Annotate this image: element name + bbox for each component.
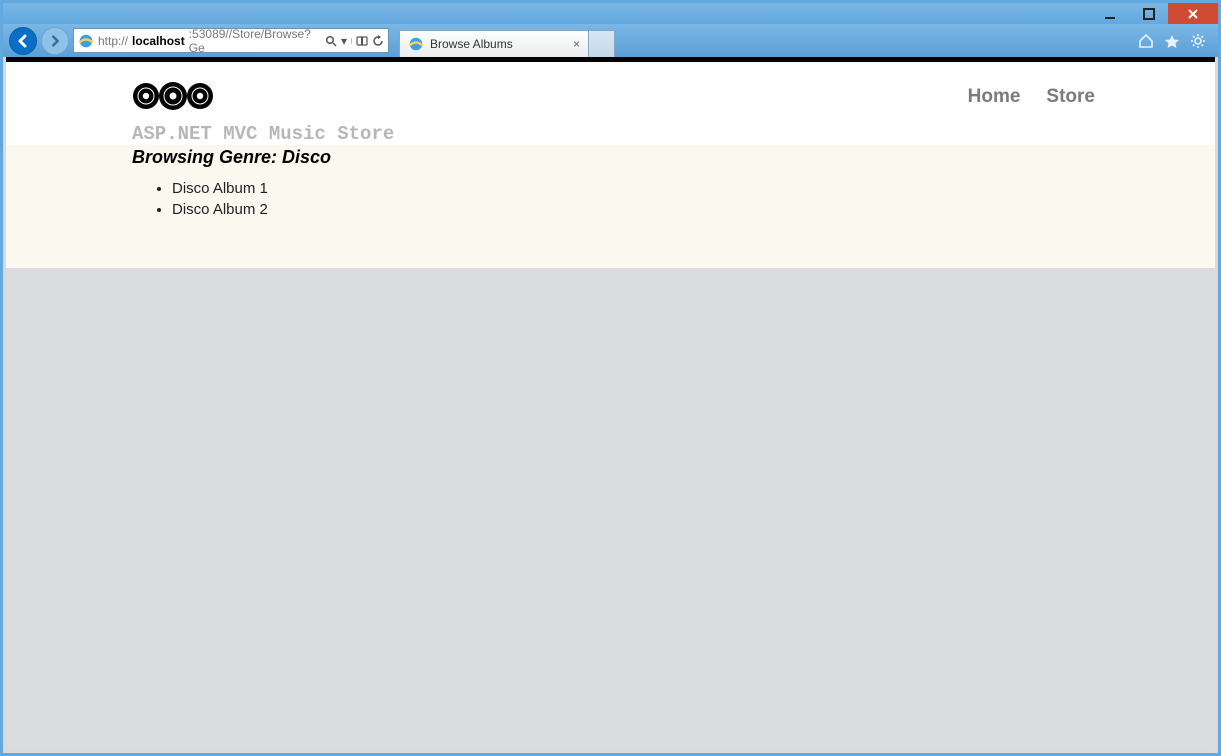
favorites-icon[interactable] bbox=[1164, 33, 1180, 49]
nav-store-link[interactable]: Store bbox=[1046, 86, 1095, 108]
tab-browse-albums[interactable]: Browse Albums × bbox=[399, 30, 589, 57]
url-host: localhost bbox=[132, 34, 185, 48]
tools-icon[interactable] bbox=[1190, 33, 1206, 49]
ie-tab-icon bbox=[408, 36, 424, 52]
window-titlebar bbox=[3, 3, 1218, 24]
url-prefix: http:// bbox=[98, 34, 128, 48]
album-list: Disco Album 1 Disco Album 2 bbox=[132, 178, 1095, 220]
nav-home-link[interactable]: Home bbox=[968, 86, 1021, 108]
window-maximize-button[interactable] bbox=[1129, 3, 1168, 24]
genre-heading: Browsing Genre: Disco bbox=[132, 147, 1095, 168]
refresh-icon[interactable] bbox=[372, 35, 384, 47]
site-nav: Home Store bbox=[968, 86, 1095, 108]
site-brand: ASP.NET MVC Music Store bbox=[132, 80, 394, 145]
home-icon[interactable] bbox=[1138, 33, 1154, 49]
browser-right-controls bbox=[1138, 33, 1212, 49]
window-minimize-button[interactable] bbox=[1090, 3, 1129, 24]
url-rest: :53089//Store/Browse?Ge bbox=[189, 27, 321, 55]
viewport: ASP.NET MVC Music Store Home Store Brows… bbox=[6, 57, 1215, 750]
compat-view-icon[interactable] bbox=[356, 35, 368, 47]
tab-close-icon[interactable]: × bbox=[573, 37, 580, 51]
ie-window: http:// localhost :53089//Store/Browse?G… bbox=[0, 0, 1221, 756]
toolbar-separator bbox=[351, 38, 352, 44]
page-content: Browsing Genre: Disco Disco Album 1 Disc… bbox=[6, 145, 1215, 246]
tab-strip: Browse Albums × bbox=[393, 24, 1134, 57]
address-bar[interactable]: http:// localhost :53089//Store/Browse?G… bbox=[73, 28, 389, 53]
ie-page-icon bbox=[78, 33, 94, 49]
list-item: Disco Album 2 bbox=[172, 199, 1095, 220]
forward-button[interactable] bbox=[41, 27, 69, 55]
browser-toolbar: http:// localhost :53089//Store/Browse?G… bbox=[3, 24, 1218, 57]
brand-text: ASP.NET MVC Music Store bbox=[132, 123, 394, 145]
site-header: ASP.NET MVC Music Store Home Store bbox=[6, 62, 1215, 145]
list-item: Disco Album 1 bbox=[172, 178, 1095, 199]
records-logo-icon bbox=[132, 80, 394, 119]
page: ASP.NET MVC Music Store Home Store Brows… bbox=[6, 57, 1215, 268]
new-tab-button[interactable] bbox=[589, 30, 615, 57]
window-close-button[interactable] bbox=[1168, 3, 1218, 24]
search-dropdown-icon[interactable]: ▾ bbox=[341, 35, 347, 47]
tab-title: Browse Albums bbox=[430, 37, 513, 51]
search-icon[interactable] bbox=[325, 35, 337, 47]
back-button[interactable] bbox=[9, 27, 37, 55]
